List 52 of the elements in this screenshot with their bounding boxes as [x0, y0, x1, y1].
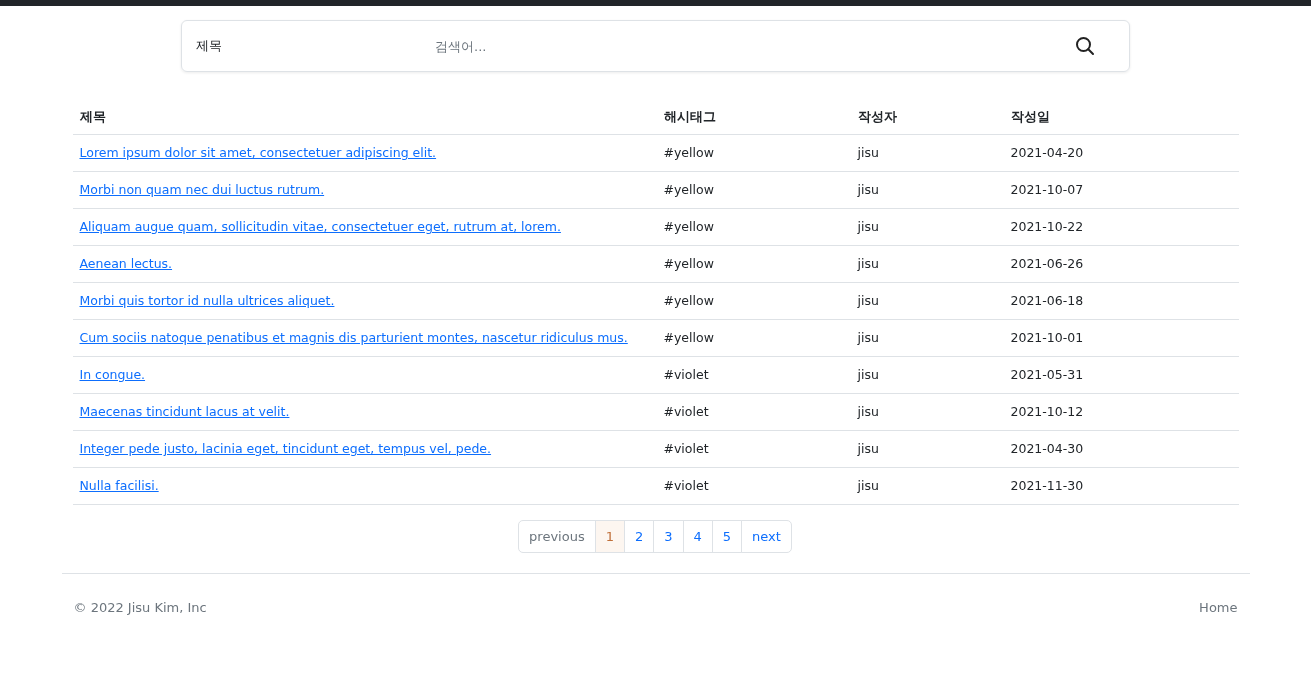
date-cell: 2021-11-30 — [1003, 467, 1239, 505]
article-title-link[interactable]: Morbi quis tortor id nulla ultrices aliquet. — [79, 293, 335, 308]
page-link[interactable]: 3 — [653, 520, 684, 553]
column-header: 작성일 — [1003, 100, 1239, 135]
article-title-link[interactable]: Maecenas tincidunt lacus at velit. — [79, 404, 290, 419]
hashtag-cell: #yellow — [656, 282, 851, 320]
article-title-link[interactable]: Integer pede justo, lacinia eget, tincidunt eget, tempus vel, pede. — [79, 441, 492, 456]
date-cell: 2021-06-18 — [1003, 282, 1239, 320]
article-title-link[interactable]: Cum sociis natoque penatibus et magnis dis parturient montes, nascetur ridiculus mus. — [79, 330, 628, 345]
hashtag-cell: #violet — [656, 393, 851, 431]
author-cell: jisu — [850, 245, 1004, 283]
author-cell: jisu — [850, 356, 1004, 394]
copyright-text: © 2022 Jisu Kim, Inc — [73, 600, 207, 615]
date-cell: 2021-06-26 — [1003, 245, 1239, 283]
author-cell: jisu — [850, 319, 1004, 357]
author-cell: jisu — [850, 393, 1004, 431]
author-cell: jisu — [850, 171, 1004, 209]
article-title-link[interactable]: Aenean lectus. — [79, 256, 173, 271]
date-cell: 2021-10-12 — [1003, 393, 1239, 431]
hashtag-cell: #violet — [656, 467, 851, 505]
search-icon — [1075, 36, 1095, 56]
column-header: 작성자 — [850, 100, 1004, 135]
home-link[interactable]: Home — [1199, 600, 1238, 615]
hashtag-cell: #yellow — [656, 208, 851, 246]
page-link[interactable]: 4 — [682, 520, 713, 553]
hashtag-cell: #yellow — [656, 171, 851, 209]
author-cell: jisu — [850, 467, 1004, 505]
article-title-link[interactable]: Nulla facilisi. — [79, 478, 159, 493]
hashtag-cell: #yellow — [656, 245, 851, 283]
author-cell: jisu — [850, 430, 1004, 468]
date-cell: 2021-04-30 — [1003, 430, 1239, 468]
author-cell: jisu — [850, 134, 1004, 172]
article-title-link[interactable]: In congue. — [79, 367, 146, 382]
hashtag-cell: #yellow — [656, 319, 851, 357]
column-header: 제목 — [72, 100, 657, 135]
author-cell: jisu — [850, 282, 1004, 320]
author-cell: jisu — [850, 208, 1004, 246]
article-title-link[interactable]: Morbi non quam nec dui luctus rutrum. — [79, 182, 325, 197]
column-header: 해시태그 — [656, 100, 851, 135]
date-cell: 2021-04-20 — [1003, 134, 1239, 172]
page-link[interactable]: 1 — [594, 520, 625, 553]
article-title-link[interactable]: Aliquam augue quam, sollicitudin vitae, consectetuer eget, rutrum at, lorem. — [79, 219, 561, 234]
hashtag-cell: #yellow — [656, 134, 851, 172]
article-title-link[interactable]: Lorem ipsum dolor sit amet, consectetuer adipiscing elit. — [79, 145, 437, 160]
date-cell: 2021-10-01 — [1003, 319, 1239, 357]
date-cell: 2021-10-22 — [1003, 208, 1239, 246]
search-type-select[interactable]: 제목 — [196, 37, 433, 55]
page-link[interactable]: next — [741, 520, 792, 553]
date-cell: 2021-10-07 — [1003, 171, 1239, 209]
hashtag-cell: #violet — [656, 356, 851, 394]
hashtag-cell: #violet — [656, 430, 851, 468]
date-cell: 2021-05-31 — [1003, 356, 1239, 394]
